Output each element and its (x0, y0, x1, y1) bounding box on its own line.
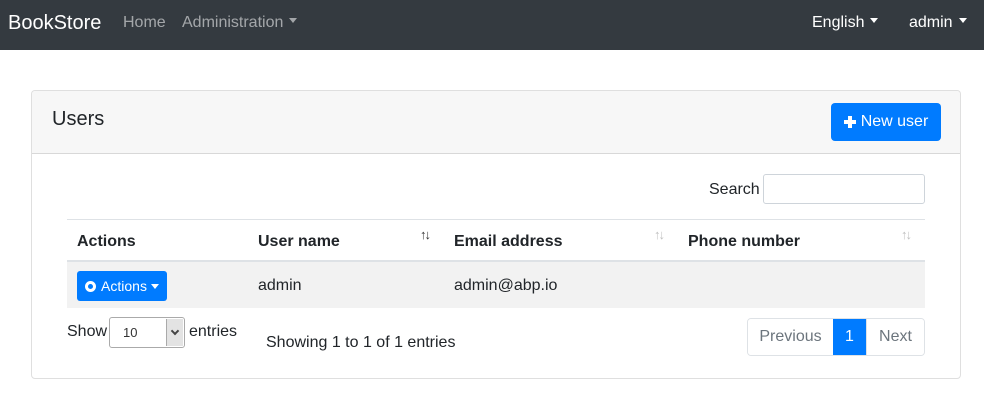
page-title: Users (52, 108, 105, 130)
column-header-email[interactable]: Email address (454, 233, 563, 251)
table-info: Showing 1 to 1 of 1 entries (266, 334, 456, 351)
sort-icon[interactable]: ↑↓ (654, 227, 665, 242)
caret-down-icon (870, 18, 879, 24)
card-header: Users New user (32, 91, 960, 154)
table-row: Actions admin admin@abp.io (67, 262, 925, 308)
caret-down-icon (958, 18, 967, 24)
user-menu-label: admin (909, 14, 953, 31)
sort-icon[interactable]: ↑↓ (420, 227, 431, 242)
user-menu-dropdown[interactable]: admin (909, 14, 967, 32)
top-navbar: BookStore Home Administration English ad… (0, 0, 984, 50)
pagination-previous[interactable]: Previous (748, 319, 833, 355)
page-size-value: 10 (123, 325, 138, 340)
caret-down-icon (289, 18, 298, 24)
search-input[interactable] (763, 174, 925, 204)
chevron-down-icon (166, 319, 183, 346)
new-user-label: New user (860, 113, 929, 130)
caret-down-icon (150, 283, 159, 289)
cell-user-name: admin (258, 277, 302, 294)
pagination: Previous 1 Next (747, 318, 925, 356)
column-header-user-name[interactable]: User name (258, 233, 340, 251)
cell-email: admin@abp.io (454, 277, 558, 294)
row-actions-button[interactable]: Actions (77, 271, 167, 301)
new-user-button[interactable]: New user (831, 103, 941, 141)
pagination-page-1[interactable]: 1 (833, 319, 866, 355)
column-header-actions: Actions (77, 233, 136, 250)
table-top-border (67, 219, 925, 220)
search-label: Search (709, 181, 760, 198)
show-label: Show (67, 323, 108, 340)
sort-icon[interactable]: ↑↓ (901, 227, 912, 242)
entries-label: entries (189, 323, 238, 340)
nav-administration-label: Administration (182, 14, 284, 31)
row-actions-label: Actions (101, 278, 147, 294)
page-size-select[interactable]: 10 (109, 317, 185, 348)
column-header-phone[interactable]: Phone number (688, 233, 800, 251)
language-dropdown[interactable]: English (812, 14, 879, 32)
language-label: English (812, 14, 865, 31)
brand-logo[interactable]: BookStore (8, 12, 101, 35)
nav-home-link[interactable]: Home (123, 14, 166, 32)
nav-administration-dropdown[interactable]: Administration (182, 14, 298, 32)
plus-icon (843, 116, 856, 128)
pagination-next[interactable]: Next (866, 319, 924, 355)
users-card: Users New user Search Actions User name … (31, 90, 961, 379)
gear-icon (85, 280, 97, 292)
